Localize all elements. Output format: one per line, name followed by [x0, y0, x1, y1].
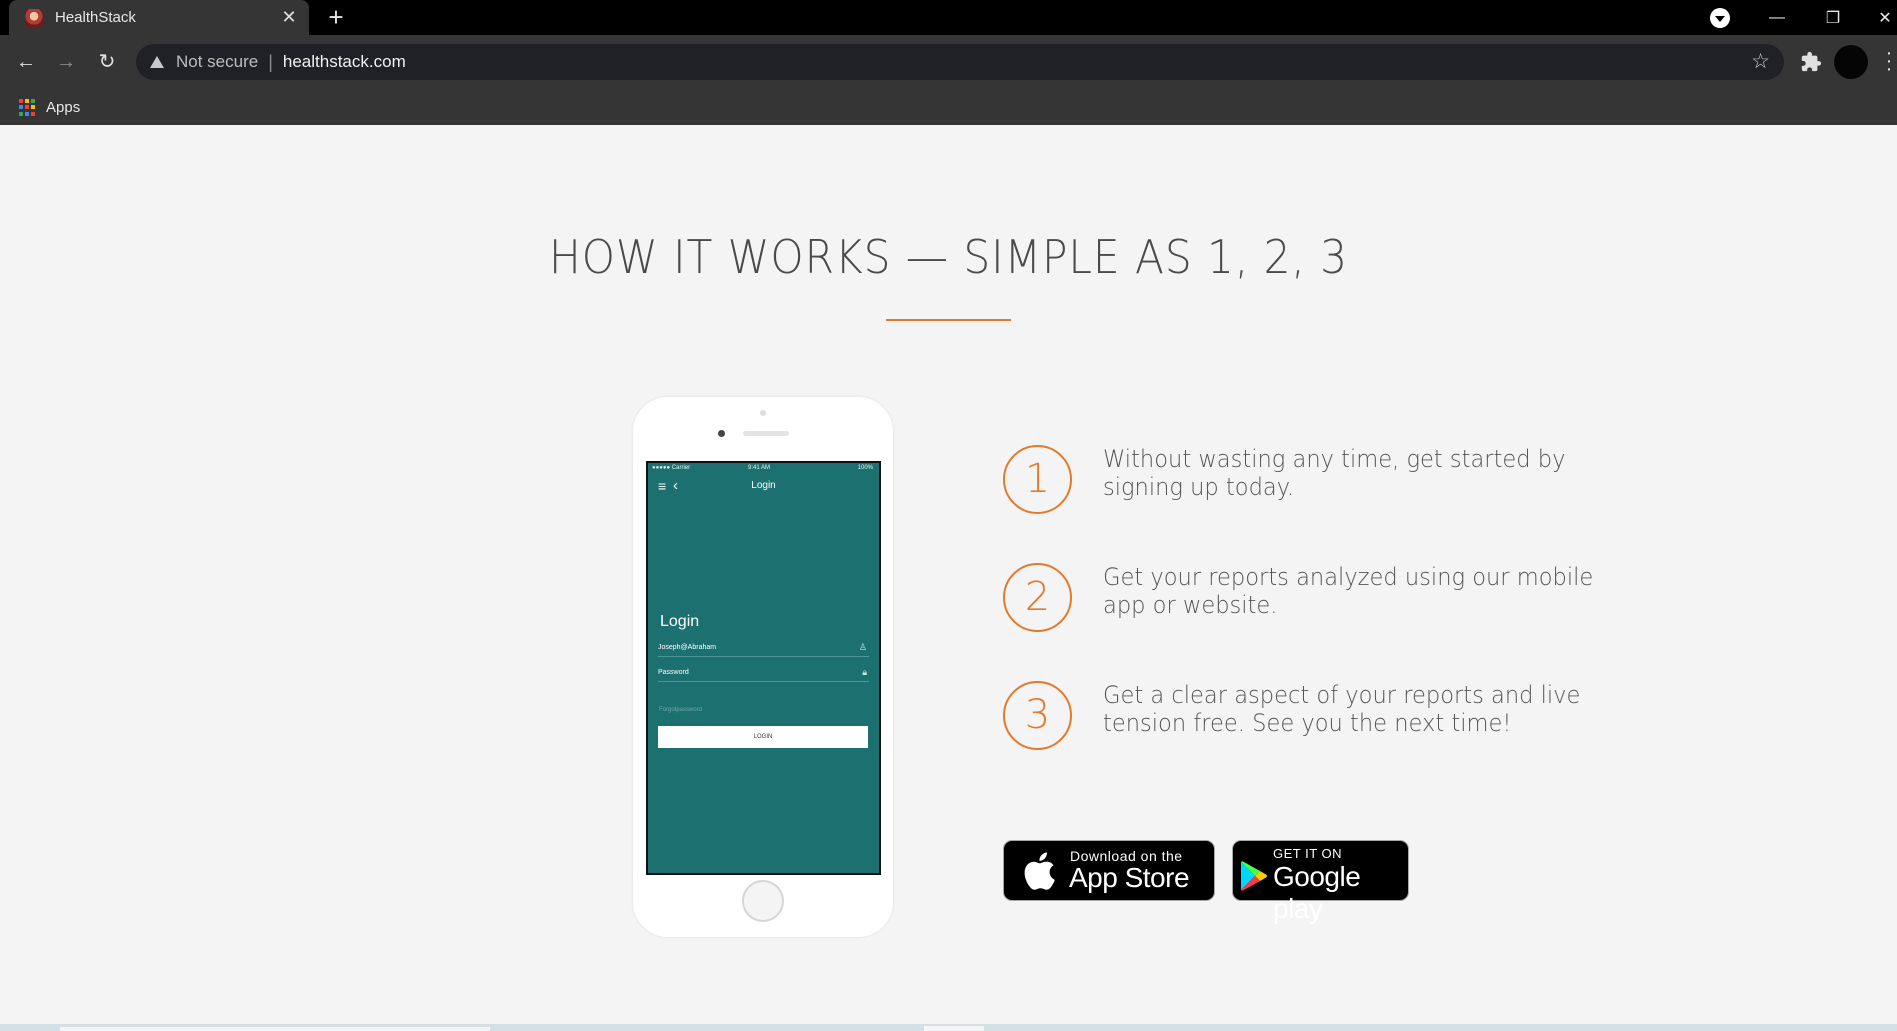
browser-tab[interactable]: HealthStack ✕ — [9, 0, 309, 35]
next-section-edge — [0, 1024, 1897, 1031]
phone-speaker — [743, 431, 789, 436]
step-1: 1 Without wasting any time, get started … — [1003, 445, 1643, 515]
carrier-label: ●●●●● Carrier — [652, 465, 691, 471]
extensions-puzzle-icon[interactable] — [1800, 51, 1822, 73]
not-secure-label[interactable]: Not secure — [176, 52, 258, 72]
step-number-circle: 3 — [1003, 681, 1072, 750]
tab-close-icon[interactable]: ✕ — [275, 7, 303, 28]
step-text: Get a clear aspect of your reports and l… — [1103, 681, 1581, 737]
warning-icon — [150, 56, 164, 68]
step-number-circle: 2 — [1003, 563, 1072, 632]
restore-button[interactable]: ❐ — [1810, 0, 1856, 35]
lock-icon: 🔒︎ — [862, 667, 867, 677]
minimize-button[interactable]: — — [1754, 0, 1800, 35]
step-text: Get your reports analyzed using our mobi… — [1103, 563, 1594, 619]
phone-screen: ●●●●● Carrier 9:41 AM 100% ≡ ‹ Login Log… — [646, 461, 881, 875]
tab-title: HealthStack — [55, 9, 136, 26]
phone-status-bar: ●●●●● Carrier 9:41 AM 100% — [648, 463, 879, 473]
window-close-button[interactable]: ✕ — [1862, 0, 1897, 35]
app-password-label: Password — [658, 669, 689, 676]
step-number-circle: 1 — [1003, 445, 1072, 514]
page-content: HOW IT WORKS — SIMPLE AS 1, 2, 3 ●●●●● C… — [0, 125, 1897, 1031]
app-username-field: Joseph@Abraham ♙ — [658, 641, 869, 657]
step-text: Without wasting any time, get started by… — [1103, 445, 1566, 501]
page-title: HOW IT WORKS — SIMPLE AS 1, 2, 3 — [548, 230, 1349, 284]
google-play-big-text: Google play — [1273, 861, 1361, 924]
phone-mockup: ●●●●● Carrier 9:41 AM 100% ≡ ‹ Login Log… — [632, 396, 894, 938]
back-arrow-icon[interactable]: ← — [11, 47, 41, 77]
google-play-badge[interactable]: GET IT ON Google play — [1232, 840, 1409, 924]
app-password-field: Password 🔒︎ — [658, 666, 869, 682]
tab-search-icon[interactable] — [1710, 8, 1730, 28]
title-divider — [886, 319, 1011, 321]
reload-icon[interactable]: ↻ — [92, 47, 122, 77]
site-favicon-icon — [25, 8, 43, 27]
time-label: 9:41 AM — [748, 465, 771, 471]
phone-sensor — [760, 410, 766, 416]
profile-avatar[interactable] — [1834, 45, 1868, 79]
app-forgot-password: Forgotpassword — [659, 707, 703, 713]
tab-strip: HealthStack ✕ + — ❐ ✕ — [0, 0, 1897, 35]
step-3: 3 Get a clear aspect of your reports and… — [1003, 681, 1643, 751]
user-icon: ♙ — [858, 642, 867, 652]
address-bar[interactable]: Not secure | healthstack.com ☆ — [136, 44, 1784, 80]
omnibox-separator: | — [268, 51, 273, 72]
url-text[interactable]: healthstack.com — [283, 52, 406, 72]
step-2: 2 Get your reports analyzed using our mo… — [1003, 563, 1643, 633]
app-nav-title: Login — [751, 480, 776, 491]
bookmarks-bar: Apps — [0, 90, 1897, 125]
menu-dots-icon[interactable]: · · · — [1884, 43, 1894, 79]
app-login-button: LOGIN — [658, 726, 868, 748]
battery-label: 100% — [857, 465, 873, 471]
google-play-logo-icon — [1241, 861, 1267, 891]
bookmark-star-icon[interactable]: ☆ — [1751, 49, 1770, 74]
new-tab-button[interactable]: + — [322, 3, 350, 31]
phone-home-button — [742, 880, 784, 922]
forward-arrow-icon[interactable]: → — [51, 47, 81, 77]
google-play-small-text: GET IT ON — [1273, 846, 1343, 861]
phone-camera — [718, 430, 725, 437]
apple-logo-icon — [1024, 852, 1055, 890]
app-store-big-text: App Store — [1069, 862, 1190, 893]
apps-grid-icon[interactable] — [19, 98, 37, 117]
bookmark-apps[interactable]: Apps — [46, 99, 80, 116]
app-login-heading: Login — [660, 613, 700, 630]
browser-toolbar: ← → ↻ Not secure | healthstack.com ☆ · · · — [0, 35, 1897, 90]
app-store-badge[interactable]: Download on the App Store — [1003, 840, 1215, 901]
app-username-value: Joseph@Abraham — [658, 644, 717, 651]
